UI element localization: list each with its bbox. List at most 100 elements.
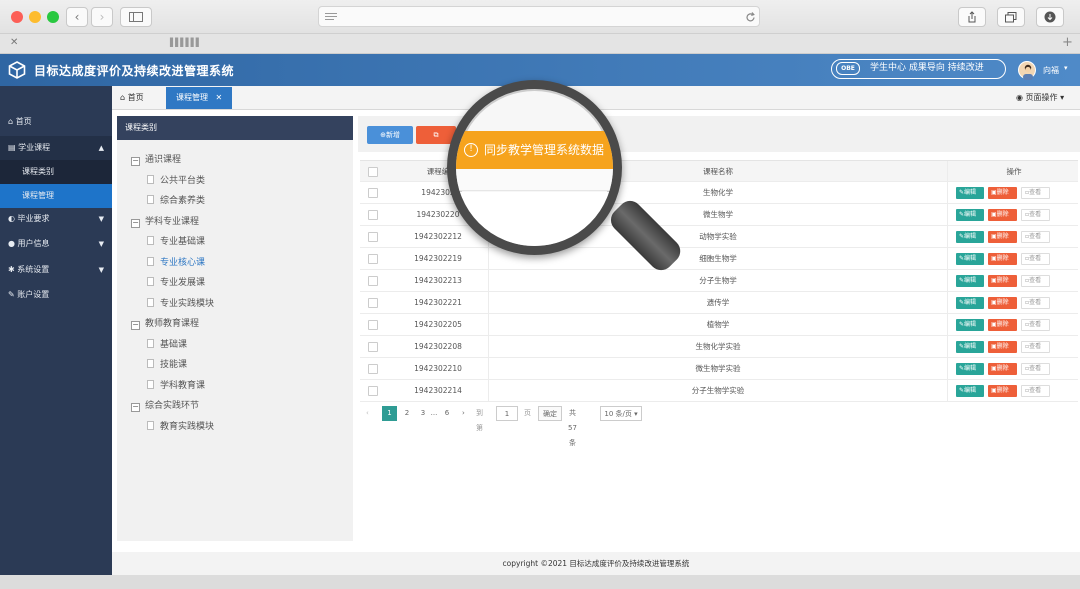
view-button[interactable]: ▫查看 [1021, 363, 1050, 375]
edit-button[interactable]: ✎编辑 [956, 319, 984, 331]
close-window-icon[interactable] [11, 11, 23, 23]
tree-group[interactable]: − 学科专业课程 [131, 214, 199, 228]
user-name[interactable]: 向福 [1043, 65, 1059, 76]
sidebar-item-user-info[interactable]: ● 用户信息 ▼ [0, 232, 112, 256]
delete-button[interactable]: ▣删除 [988, 209, 1017, 221]
row-checkbox[interactable] [368, 364, 378, 374]
tree-leaf[interactable]: 技能课 [147, 357, 187, 370]
add-button[interactable]: ⊕新增 [367, 126, 413, 144]
edit-button[interactable]: ✎编辑 [956, 297, 984, 309]
download-icon[interactable] [1036, 7, 1064, 27]
edit-button[interactable]: ✎编辑 [956, 187, 984, 199]
page-6[interactable]: 6 [442, 406, 452, 421]
page-2[interactable]: 2 [402, 406, 412, 421]
view-button[interactable]: ▫查看 [1021, 275, 1050, 287]
tree-leaf[interactable]: 专业实践模块 [147, 296, 214, 309]
share-icon[interactable] [958, 7, 986, 27]
edit-button[interactable]: ✎编辑 [956, 209, 984, 221]
page-1[interactable]: 1 [382, 406, 397, 421]
page-size-select[interactable]: 10 条/页 ▾ [600, 406, 642, 421]
view-button[interactable]: ▫查看 [1021, 187, 1050, 199]
reload-icon[interactable] [745, 12, 756, 23]
edit-button[interactable]: ✎编辑 [956, 363, 984, 375]
view-button[interactable]: ▫查看 [1021, 253, 1050, 265]
close-tab-icon[interactable]: ✕ [10, 37, 18, 48]
forward-icon[interactable]: › [91, 7, 113, 27]
tree-leaf[interactable]: 教育实践模块 [147, 419, 214, 432]
tree-leaf[interactable]: 专业发展课 [147, 275, 205, 288]
view-button[interactable]: ▫查看 [1021, 385, 1050, 397]
sidebar-item-system-settings[interactable]: ✱ 系统设置 ▼ [0, 258, 112, 282]
row-checkbox[interactable] [368, 188, 378, 198]
row-checkbox[interactable] [368, 210, 378, 220]
delete-button[interactable]: ▣删除 [988, 385, 1017, 397]
prev-page-icon[interactable]: ‹ [366, 406, 369, 421]
sync-button-magnified[interactable]: ! 同步教学管理系统数据 [456, 131, 613, 169]
row-checkbox[interactable] [368, 320, 378, 330]
address-bar[interactable] [318, 6, 760, 27]
row-checkbox[interactable] [368, 232, 378, 242]
view-button[interactable]: ▫查看 [1021, 231, 1050, 243]
page-3[interactable]: 3 [418, 406, 428, 421]
delete-button[interactable]: ▣删除 [988, 253, 1017, 265]
tree-leaf[interactable]: 专业基础课 [147, 234, 205, 247]
goto-page-input[interactable]: 1 [496, 406, 518, 421]
minimize-window-icon[interactable] [29, 11, 41, 23]
collapse-icon[interactable]: − [131, 321, 140, 330]
close-icon[interactable]: ✕ [216, 93, 223, 102]
delete-button[interactable]: ▣删除 [988, 231, 1017, 243]
avatar[interactable] [1018, 61, 1036, 80]
delete-button[interactable]: ▣删除 [988, 187, 1017, 199]
row-checkbox[interactable] [368, 276, 378, 286]
edit-button[interactable]: ✎编辑 [956, 341, 984, 353]
sidebar-item-course-management[interactable]: 课程管理 [0, 184, 112, 208]
tree-group[interactable]: − 综合实践环节 [131, 398, 199, 412]
row-checkbox[interactable] [368, 342, 378, 352]
confirm-button[interactable]: 确定 [538, 406, 562, 421]
maximize-window-icon[interactable] [47, 11, 59, 23]
collapse-icon[interactable]: − [131, 157, 140, 166]
row-checkbox[interactable] [368, 298, 378, 308]
sidebar-toggle-icon[interactable] [120, 7, 152, 27]
sidebar-item-courses[interactable]: ▤ 学业课程 ▲ [0, 136, 112, 160]
tree-leaf[interactable]: 专业核心课 [147, 255, 205, 268]
page-operations-dropdown[interactable]: ◉ 页面操作 ▾ [1016, 86, 1064, 110]
delete-button[interactable]: ▣删除 [988, 341, 1017, 353]
view-button[interactable]: ▫查看 [1021, 319, 1050, 331]
tree-leaf[interactable]: 基础课 [147, 337, 187, 350]
edit-button[interactable]: ✎编辑 [956, 231, 984, 243]
tree-group[interactable]: − 通识课程 [131, 152, 181, 166]
collapse-icon[interactable]: − [131, 218, 140, 228]
row-checkbox[interactable] [368, 386, 378, 396]
tree-leaf[interactable]: 学科教育课 [147, 378, 205, 391]
row-checkbox[interactable] [368, 254, 378, 264]
view-button[interactable]: ▫查看 [1021, 341, 1050, 353]
edit-button[interactable]: ✎编辑 [956, 275, 984, 287]
back-icon[interactable]: ‹ [66, 7, 88, 27]
delete-button[interactable]: ▣删除 [988, 297, 1017, 309]
sidebar-item-graduation-requirements[interactable]: ◐ 毕业要求 ▼ [0, 207, 112, 231]
sidebar-item-home[interactable]: ⌂ 首页 [0, 110, 112, 134]
delete-button[interactable]: ▣删除 [988, 319, 1017, 331]
new-tab-icon[interactable]: + [1062, 35, 1073, 50]
collapse-icon[interactable]: − [131, 403, 140, 412]
tree-leaf[interactable]: 公共平台类 [147, 173, 205, 186]
next-page-icon[interactable]: › [462, 406, 465, 421]
sidebar-item-account-settings[interactable]: ✎ 账户设置 [0, 283, 112, 307]
tab-home[interactable]: ⌂ 首页 [120, 86, 144, 110]
reader-icon[interactable] [325, 12, 337, 22]
tab-course-management[interactable]: 课程管理 ✕ [166, 87, 232, 109]
tree-leaf[interactable]: 综合素养类 [147, 193, 205, 206]
delete-button[interactable]: ▣删除 [988, 275, 1017, 287]
sidebar-item-course-category[interactable]: 课程类别 [0, 160, 112, 184]
view-button[interactable]: ▫查看 [1021, 297, 1050, 309]
tabs-overview-icon[interactable] [997, 7, 1025, 27]
edit-button[interactable]: ✎编辑 [956, 253, 984, 265]
delete-button[interactable]: ▣删除 [988, 363, 1017, 375]
browser-tab-title[interactable]: ▌▌▌▌▌▌ [170, 38, 202, 47]
edit-button[interactable]: ✎编辑 [956, 385, 984, 397]
view-button[interactable]: ▫查看 [1021, 209, 1050, 221]
chevron-down-icon[interactable]: ▾ [1064, 64, 1068, 72]
tree-group[interactable]: − 教师教育课程 [131, 316, 199, 330]
select-all-checkbox[interactable] [368, 167, 378, 177]
